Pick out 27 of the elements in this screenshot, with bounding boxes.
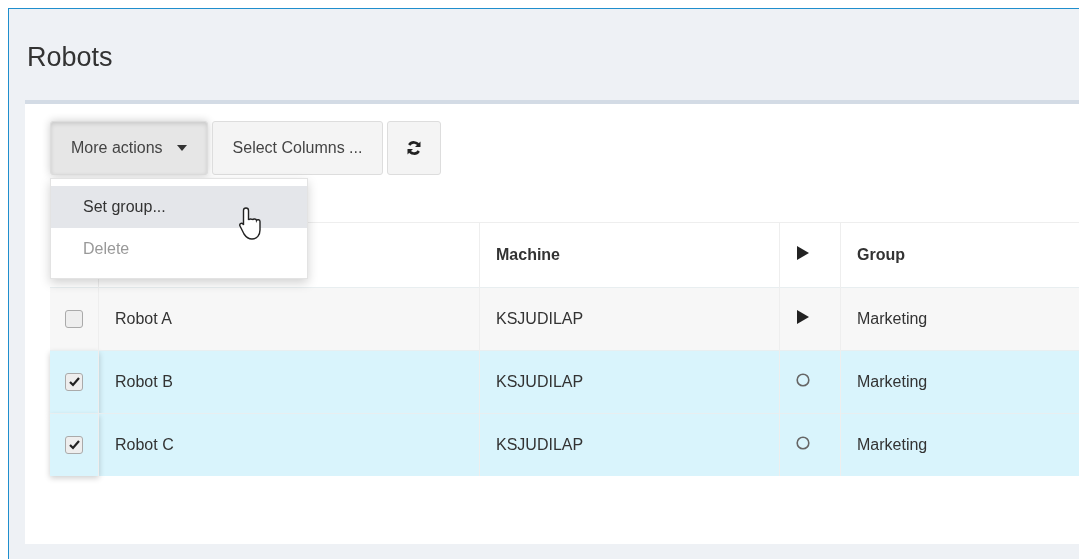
more-actions-button[interactable]: More actions <box>50 121 208 175</box>
page-title: Robots <box>26 41 114 74</box>
row-checkbox[interactable] <box>65 310 83 329</box>
circle-icon <box>796 373 810 387</box>
play-icon <box>796 309 810 325</box>
table-cell: KSJUDILAP <box>496 373 584 390</box>
table-cell: KSJUDILAP <box>496 310 584 327</box>
table-cell: Robot A <box>115 310 172 327</box>
table-cell: KSJUDILAP <box>496 436 584 453</box>
row-checkbox[interactable] <box>65 373 83 392</box>
column-header[interactable]: Machine <box>496 246 560 263</box>
row-checkbox[interactable] <box>65 436 83 455</box>
menu-item[interactable]: Set group... <box>51 186 307 228</box>
circle-icon <box>796 436 810 450</box>
table-cell: Robot C <box>115 436 174 453</box>
table-cell: Marketing <box>857 310 928 327</box>
table-cell: Robot B <box>115 373 173 390</box>
table-cell: Marketing <box>857 373 928 390</box>
caret-icon <box>176 145 187 151</box>
column-header[interactable]: Group <box>857 246 905 263</box>
refresh-button[interactable] <box>387 121 442 175</box>
play-icon <box>796 245 810 261</box>
check-icon <box>68 440 80 451</box>
table-cell: Marketing <box>857 436 928 453</box>
check-icon <box>68 377 80 388</box>
select-columns-button[interactable]: Select Columns ... <box>211 121 384 175</box>
refresh-icon <box>406 140 423 156</box>
